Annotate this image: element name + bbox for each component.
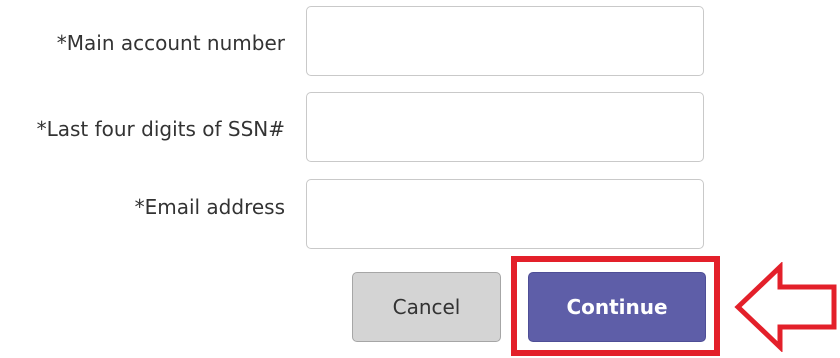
ssn-last-four-label: *Last four digits of SSN# <box>36 117 285 141</box>
ssn-last-four-input[interactable] <box>306 92 704 162</box>
left-arrow-outline-icon <box>734 262 837 352</box>
continue-button[interactable]: Continue <box>528 272 706 342</box>
main-account-number-label: *Main account number <box>56 31 285 55</box>
email-address-label: *Email address <box>134 195 285 219</box>
cancel-button[interactable]: Cancel <box>352 272 501 342</box>
email-address-input[interactable] <box>306 179 704 249</box>
main-account-number-input[interactable] <box>306 6 704 76</box>
